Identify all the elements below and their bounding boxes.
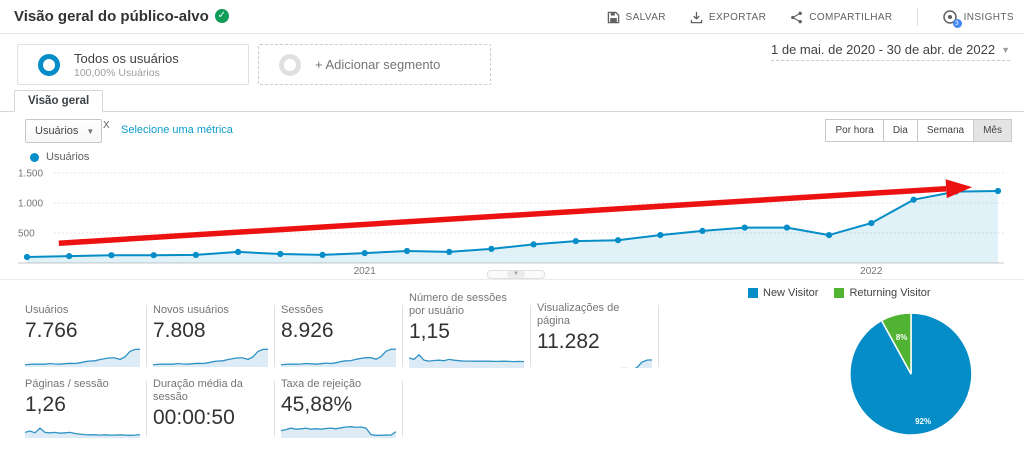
granularity-switcher: Por hora Dia Semana Mês — [825, 119, 1012, 142]
card-divider — [146, 381, 147, 437]
card-divider — [274, 305, 275, 367]
chevron-down-icon: ▼ — [86, 126, 95, 136]
sparkline — [153, 433, 268, 438]
granularity-day-button[interactable]: Dia — [882, 119, 918, 142]
insights-badge: 3 — [952, 19, 962, 28]
insights-icon: 3 — [942, 9, 962, 28]
svg-text:8%: 8% — [896, 333, 908, 342]
scorecard-bounce-rate[interactable]: Taxa de rejeição 45,88% — [281, 378, 397, 438]
series-dot-icon — [30, 152, 39, 162]
svg-text:500: 500 — [18, 229, 35, 240]
sparkline — [281, 348, 396, 367]
users-line-chart[interactable]: 500 1.000 1.500 2021 2022 — [14, 164, 1010, 276]
add-segment-button[interactable]: + Adicionar segmento — [258, 44, 491, 85]
save-icon — [607, 11, 620, 24]
legend-new-visitor: New Visitor — [748, 287, 818, 299]
header-actions: SALVAR EXPORTAR COMPARTILHAR 3 INSIGHTS — [607, 0, 1014, 34]
export-button[interactable]: EXPORTAR — [690, 11, 766, 24]
card-divider — [658, 305, 659, 367]
visitor-type-pie-chart: 92% 8% — [849, 312, 973, 436]
insights-button[interactable]: 3 INSIGHTS — [942, 9, 1014, 28]
series-legend: Usuários — [30, 151, 89, 163]
card-divider — [274, 381, 275, 437]
vs-symbol: X — [103, 120, 110, 131]
granularity-hour-button[interactable]: Por hora — [825, 119, 884, 142]
sparkline — [281, 426, 396, 438]
chart-zoom-scrollbar[interactable]: ▼ — [487, 270, 545, 279]
scorecard-users[interactable]: Usuários 7.766 — [25, 302, 141, 368]
segment-donut-icon — [279, 53, 301, 76]
segment-all-users[interactable]: Todos os usuários 100,00% Usuários — [17, 44, 249, 85]
granularity-month-button[interactable]: Mês — [973, 119, 1012, 142]
sparkline — [25, 427, 140, 438]
segment-donut-icon — [38, 53, 60, 76]
scorecard-pageviews[interactable]: Visualizações de página 11.282 — [537, 302, 653, 368]
select-metric-link[interactable]: Selecione uma métrica — [121, 124, 233, 136]
scorecard-new-users[interactable]: Novos usuários 7.808 — [153, 302, 269, 368]
scrollbar-handle[interactable]: ▼ — [507, 271, 525, 278]
scorecard-sessions[interactable]: Sessões 8.926 — [281, 302, 397, 368]
svg-text:2022: 2022 — [860, 266, 883, 276]
share-button[interactable]: COMPARTILHAR — [790, 11, 892, 24]
divider — [916, 8, 918, 26]
card-divider — [146, 305, 147, 367]
verified-badge-icon: ✓ — [214, 9, 229, 24]
date-range-selector[interactable]: 1 de mai. de 2020 - 30 de abr. de 2022 ▼ — [771, 42, 1010, 61]
save-button[interactable]: SALVAR — [607, 11, 666, 24]
sparkline — [153, 348, 268, 367]
page-title: Visão geral do público-alvo ✓ — [14, 0, 229, 34]
legend-swatch-icon — [834, 288, 845, 298]
scorecard-sessions-per-user[interactable]: Número de sessões por usuário 1,15 — [409, 292, 525, 368]
svg-text:2021: 2021 — [354, 266, 377, 276]
header-bar: Visão geral do público-alvo ✓ SALVAR EXPO… — [0, 0, 1024, 34]
pie-legend: New Visitor Returning Visitor — [748, 287, 931, 299]
tab-overview[interactable]: Visão geral — [14, 90, 104, 112]
sparkline — [621, 359, 652, 368]
card-divider — [530, 305, 531, 367]
share-icon — [790, 11, 803, 24]
chevron-down-icon: ▼ — [1001, 45, 1010, 55]
card-divider — [402, 381, 403, 437]
sparkline — [25, 348, 140, 367]
sparkline — [409, 353, 524, 368]
download-icon — [690, 11, 703, 24]
chart-panel-border — [0, 279, 1024, 280]
granularity-week-button[interactable]: Semana — [916, 119, 975, 142]
scorecard-pages-per-session[interactable]: Páginas / sessão 1,26 — [25, 378, 141, 438]
legend-returning-visitor: Returning Visitor — [834, 287, 931, 299]
svg-text:92%: 92% — [915, 417, 931, 426]
legend-swatch-icon — [748, 288, 758, 298]
scorecard-avg-session-duration[interactable]: Duração média da sessão 00:00:50 — [153, 378, 269, 438]
svg-text:1.500: 1.500 — [18, 169, 43, 180]
svg-text:1.000: 1.000 — [18, 199, 43, 210]
metric-dropdown[interactable]: Usuários ▼ — [25, 119, 103, 143]
tabbar-divider — [0, 111, 1024, 112]
card-divider — [402, 305, 403, 367]
